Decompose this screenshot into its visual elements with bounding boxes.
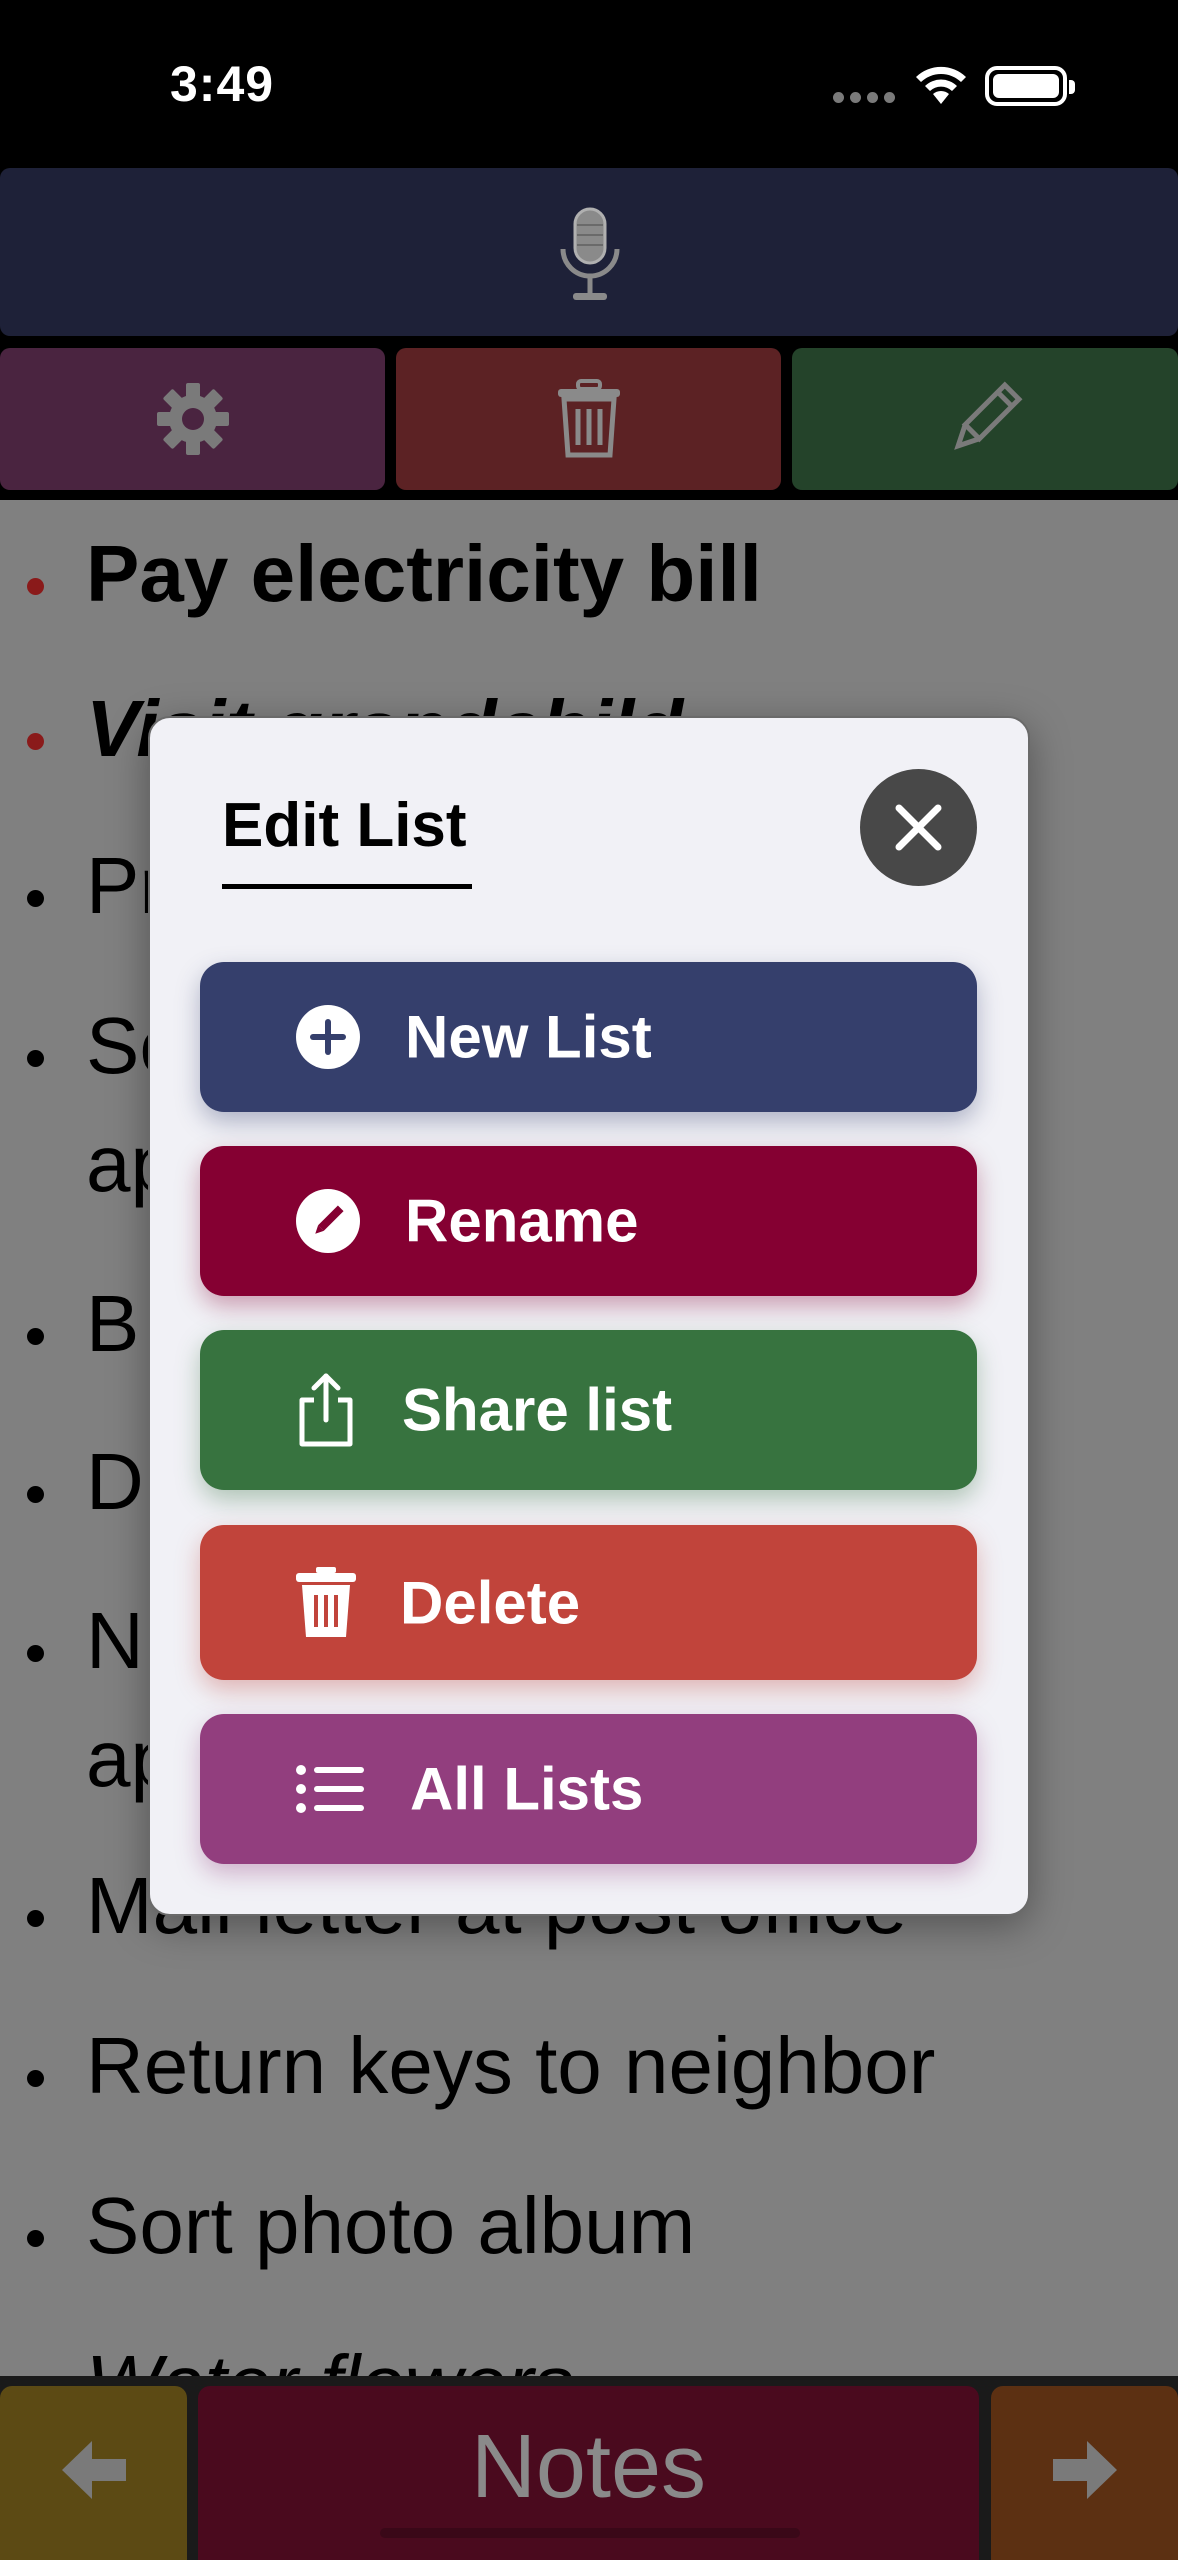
list-item-text: Return keys to neighbor: [86, 2021, 936, 2110]
home-indicator: [380, 2528, 800, 2538]
arrow-right-icon: [1053, 2441, 1117, 2499]
rename-button[interactable]: Rename: [200, 1146, 977, 1296]
bullet: [27, 890, 44, 907]
bullet: [27, 1910, 44, 1927]
edit-button[interactable]: [792, 348, 1178, 490]
rename-label: Rename: [405, 1187, 639, 1255]
list-item-text: B: [86, 1279, 140, 1368]
close-icon: [895, 804, 942, 851]
bullet: [27, 1486, 44, 1503]
settings-button[interactable]: [0, 348, 385, 490]
signal-dots-icon: [833, 90, 901, 108]
dialog-title: Edit List: [222, 791, 467, 860]
pencil-icon: [954, 381, 1023, 450]
previous-list-button[interactable]: [0, 2386, 187, 2560]
microphone-icon: [560, 207, 620, 300]
all-lists-button[interactable]: All Lists: [200, 1714, 977, 1864]
bullet: [27, 578, 44, 595]
next-list-button[interactable]: [991, 2386, 1178, 2560]
list-item-text: D: [86, 1437, 144, 1526]
bullet: [27, 1645, 44, 1662]
delete-label: Delete: [400, 1569, 581, 1636]
arrow-left-icon: [62, 2441, 126, 2499]
new-list-label: New List: [405, 1003, 652, 1071]
battery-icon: [985, 66, 1075, 106]
trash-button[interactable]: [396, 348, 781, 490]
status-time: 3:49: [170, 56, 275, 112]
all-lists-label: All Lists: [410, 1755, 644, 1823]
bullet: [27, 2070, 44, 2087]
close-button[interactable]: [860, 769, 977, 886]
plus-circle-icon: [296, 1005, 360, 1069]
share-icon: [299, 1373, 353, 1447]
trash-icon: [296, 1566, 356, 1637]
wifi-icon: [916, 66, 966, 104]
new-list-button[interactable]: New List: [200, 962, 977, 1112]
list-item-text: Sort photo album: [86, 2181, 696, 2270]
trash-icon: [557, 379, 620, 458]
title-underline: [222, 884, 472, 889]
delete-button[interactable]: Delete: [200, 1525, 977, 1680]
list-item-text: Water flowers: [86, 2338, 574, 2376]
gear-icon: [156, 383, 229, 455]
notes-label: Notes: [470, 2417, 707, 2517]
list-item-text: Pay electricity bill: [86, 529, 762, 618]
bullet: [27, 1328, 44, 1345]
pencil-circle-icon: [296, 1189, 360, 1253]
bullet: [27, 733, 44, 750]
share-list-button[interactable]: Share list: [200, 1330, 977, 1490]
list-item-text: N: [86, 1596, 144, 1685]
bullet: [27, 1050, 44, 1067]
list-icon: [296, 1765, 364, 1813]
bullet: [27, 2230, 44, 2247]
share-list-label: Share list: [402, 1376, 673, 1444]
